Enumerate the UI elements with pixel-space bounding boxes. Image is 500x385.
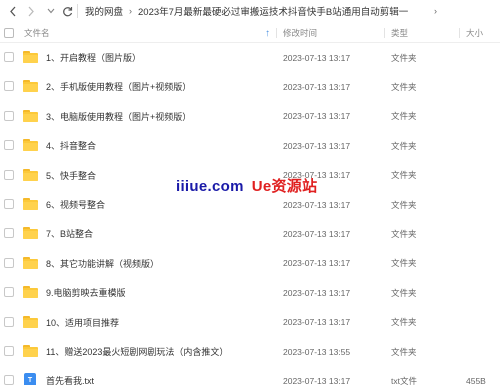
- row-checkbox[interactable]: [4, 52, 14, 62]
- folder-icon: [23, 286, 38, 299]
- file-name[interactable]: 首先看我.txt: [46, 367, 94, 385]
- column-name[interactable]: 文件名: [24, 23, 50, 43]
- file-modified: 2023-07-13 13:55: [283, 346, 351, 357]
- file-modified: 2023-07-13 13:17: [283, 258, 351, 269]
- folder-icon: [23, 168, 38, 181]
- folder-icon: [23, 227, 38, 240]
- file-modified: 2023-07-13 13:17: [283, 228, 351, 239]
- nav-divider: [77, 4, 78, 18]
- file-type: 文件夹: [391, 111, 417, 122]
- caret-down-icon[interactable]: [44, 4, 58, 18]
- file-modified: 2023-07-13 13:17: [283, 81, 351, 92]
- file-row[interactable]: 3、电脑版使用教程（图片+视频版） 2023-07-13 13:17 文件夹: [0, 103, 500, 130]
- file-type: 文件夹: [391, 52, 417, 63]
- row-checkbox[interactable]: [4, 110, 14, 121]
- column-modified[interactable]: 修改时间: [283, 23, 317, 43]
- column-divider: [276, 28, 277, 38]
- row-checkbox[interactable]: [4, 346, 14, 356]
- row-checkbox[interactable]: [4, 169, 14, 180]
- row-checkbox[interactable]: [4, 375, 14, 385]
- file-name[interactable]: 9.电脑剪映去重模版: [46, 279, 126, 306]
- row-checkbox[interactable]: [4, 316, 14, 327]
- file-type: 文件夹: [391, 199, 417, 210]
- column-divider: [384, 28, 385, 38]
- file-row[interactable]: T 首先看我.txt 2023-07-13 13:17 txt文件 455B: [0, 367, 500, 385]
- watermark-site: iiiue.com: [176, 178, 244, 195]
- file-name[interactable]: 11、赠送2023最火短剧网剧玩法（内含推文）: [46, 338, 228, 365]
- file-modified: 2023-07-13 13:17: [283, 111, 351, 122]
- folder-icon: [23, 345, 38, 357]
- file-modified: 2023-07-13 13:17: [283, 140, 351, 151]
- breadcrumb-more-icon[interactable]: ›: [434, 0, 437, 22]
- row-checkbox[interactable]: [4, 81, 14, 92]
- file-type: 文件夹: [391, 140, 417, 151]
- select-all-checkbox[interactable]: [4, 28, 14, 38]
- navigation-bar: 我的网盘 › 2023年7月最新最硬必过审搬运技术抖音快手B站通用自动剪辑一键去…: [0, 0, 500, 22]
- file-name[interactable]: 1、开启教程（图片版）: [46, 44, 141, 71]
- breadcrumb-root[interactable]: 我的网盘: [85, 4, 123, 18]
- file-type: 文件夹: [391, 170, 417, 181]
- refresh-icon[interactable]: [60, 4, 74, 18]
- folder-icon: [23, 315, 38, 328]
- row-checkbox[interactable]: [4, 287, 14, 298]
- row-checkbox[interactable]: [4, 140, 14, 151]
- file-row[interactable]: 2、手机版使用教程（图片+视频版） 2023-07-13 13:17 文件夹: [0, 73, 500, 100]
- file-modified: 2023-07-13 13:17: [283, 287, 351, 298]
- watermark-brand: Ue资源站: [251, 178, 318, 195]
- file-name[interactable]: 6、视频号整合: [46, 191, 105, 218]
- txt-file-icon: T: [24, 373, 36, 385]
- sort-up-arrow-icon[interactable]: ↑: [265, 23, 270, 43]
- file-type: 文件夹: [391, 258, 417, 269]
- row-checkbox[interactable]: [4, 257, 14, 268]
- file-row[interactable]: 10、适用项目推荐 2023-07-13 13:17 文件夹: [0, 309, 500, 336]
- column-header: 文件名 ↑ 修改时间 类型 大小: [0, 23, 500, 43]
- folder-icon: [23, 109, 38, 122]
- file-name[interactable]: 8、其它功能讲解（视频版）: [46, 250, 159, 277]
- file-row[interactable]: 7、B站整合 2023-07-13 13:17 文件夹: [0, 220, 500, 247]
- file-type: 文件夹: [391, 287, 417, 298]
- file-modified: 2023-07-13 13:17: [283, 375, 351, 385]
- folder-icon: [23, 256, 38, 269]
- folder-icon: [23, 139, 38, 152]
- file-type: 文件夹: [391, 81, 417, 92]
- file-name[interactable]: 7、B站整合: [46, 220, 93, 247]
- file-row[interactable]: 8、其它功能讲解（视频版） 2023-07-13 13:17 文件夹: [0, 250, 500, 277]
- watermark: iiiue.com Ue资源站: [176, 175, 317, 196]
- column-type[interactable]: 类型: [391, 23, 408, 43]
- back-icon[interactable]: [6, 4, 20, 18]
- file-row[interactable]: 11、赠送2023最火短剧网剧玩法（内含推文） 2023-07-13 13:55 文…: [0, 338, 500, 365]
- forward-icon[interactable]: [24, 4, 38, 18]
- file-type: 文件夹: [391, 346, 417, 357]
- file-modified: 2023-07-13 13:17: [283, 317, 351, 328]
- folder-icon: [23, 198, 38, 210]
- breadcrumb: 我的网盘 › 2023年7月最新最硬必过审搬运技术抖音快手B站通用自动剪辑一键去…: [85, 0, 408, 22]
- column-size[interactable]: 大小: [466, 23, 483, 43]
- file-name[interactable]: 5、快手整合: [46, 162, 96, 189]
- breadcrumb-separator: ›: [129, 6, 133, 16]
- row-checkbox[interactable]: [4, 228, 14, 239]
- file-type: txt文件: [391, 375, 417, 385]
- folder-icon: [23, 80, 38, 93]
- column-divider: [459, 28, 460, 38]
- file-name[interactable]: 2、手机版使用教程（图片+视频版）: [46, 73, 191, 100]
- file-row[interactable]: 1、开启教程（图片版） 2023-07-13 13:17 文件夹: [0, 44, 500, 71]
- file-name[interactable]: 4、抖音整合: [46, 132, 96, 159]
- file-name[interactable]: 3、电脑版使用教程（图片+视频版）: [46, 103, 191, 130]
- folder-icon: [23, 51, 38, 63]
- file-name[interactable]: 10、适用项目推荐: [46, 309, 119, 336]
- file-row[interactable]: 4、抖音整合 2023-07-13 13:17 文件夹: [0, 132, 500, 159]
- breadcrumb-current[interactable]: 2023年7月最新最硬必过审搬运技术抖音快手B站通用自动剪辑一键去重最...: [138, 4, 408, 18]
- file-modified: 2023-07-13 13:17: [283, 52, 351, 63]
- file-type: 文件夹: [391, 228, 417, 239]
- file-type: 文件夹: [391, 317, 417, 328]
- row-checkbox[interactable]: [4, 199, 14, 209]
- file-row[interactable]: 9.电脑剪映去重模版 2023-07-13 13:17 文件夹: [0, 279, 500, 306]
- file-size: 455B: [466, 375, 486, 385]
